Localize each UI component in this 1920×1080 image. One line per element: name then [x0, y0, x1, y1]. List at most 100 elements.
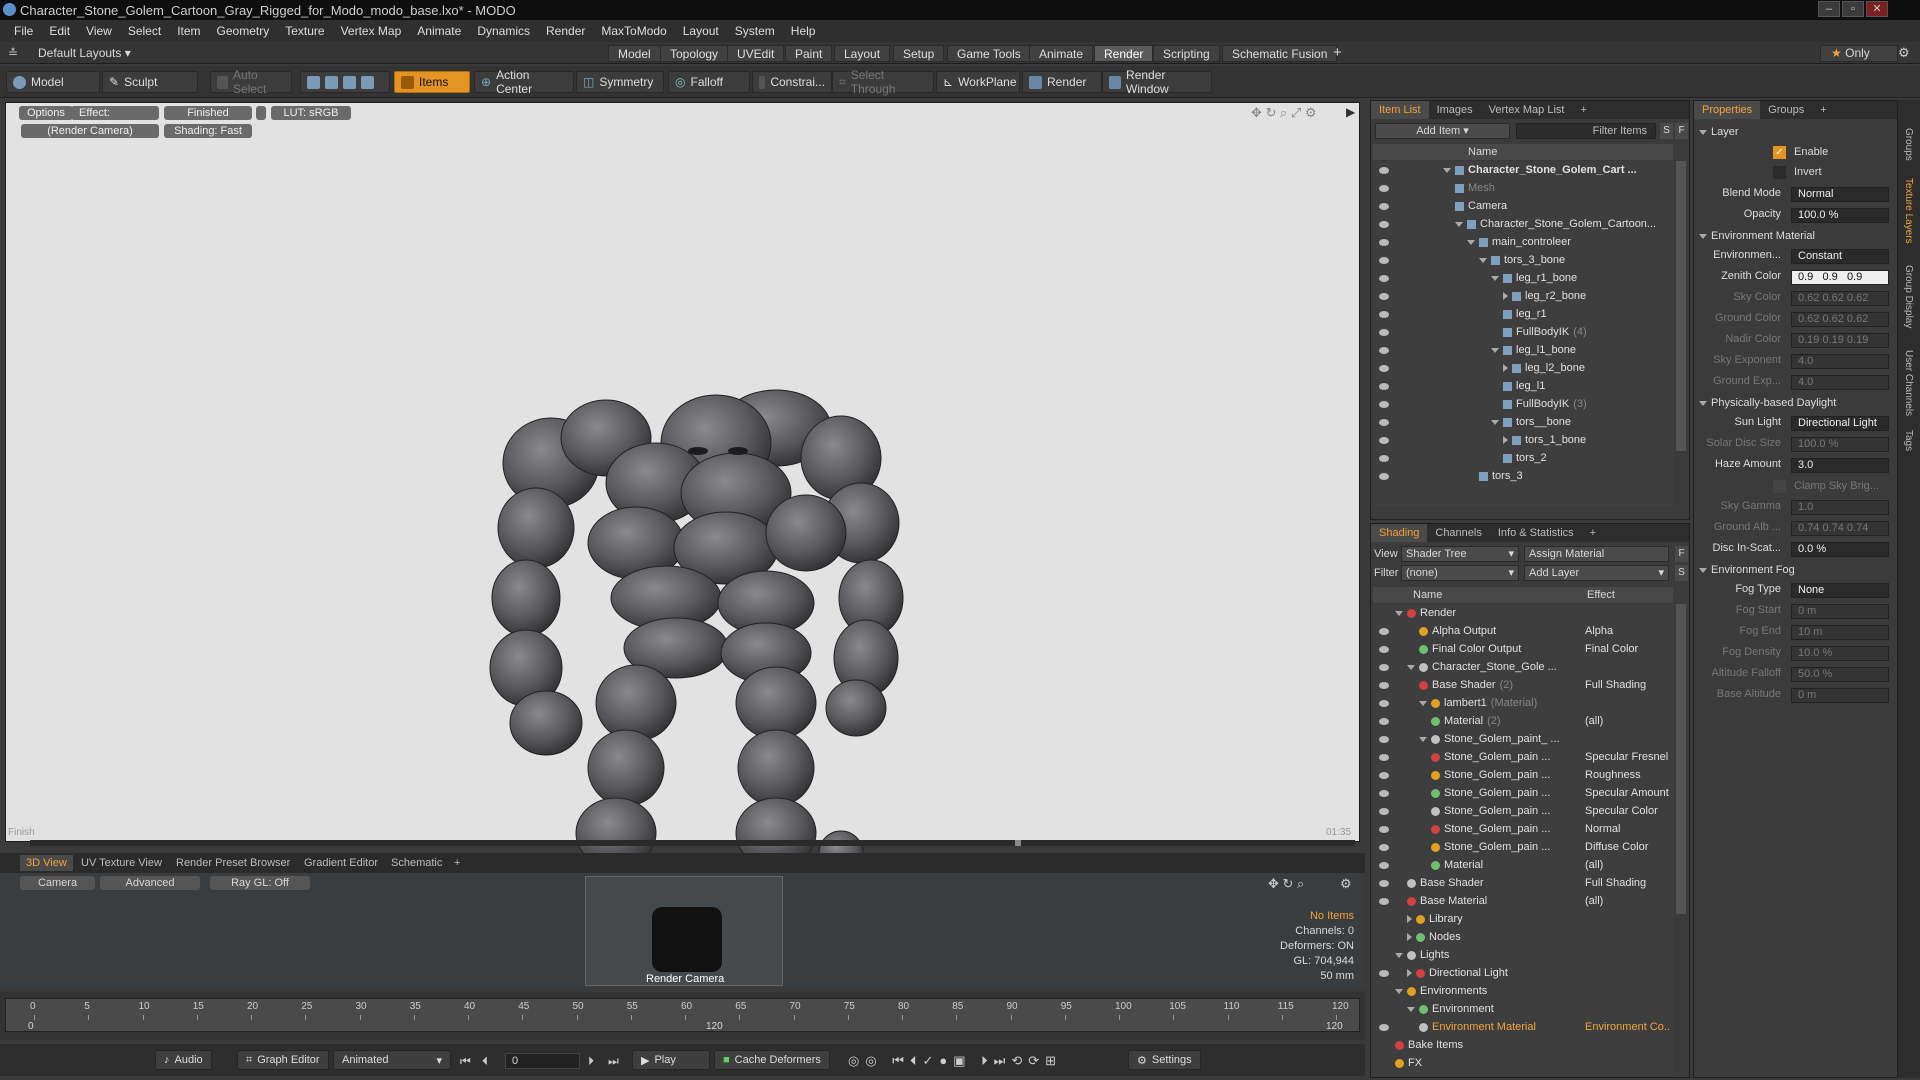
item-list-row[interactable]: tors_2	[1373, 449, 1673, 467]
fog-start-field[interactable]: 0 m	[1791, 604, 1889, 619]
cache-deformers-button[interactable]: ■ Cache Deformers	[714, 1050, 830, 1070]
effect-dropdown[interactable]: Roughness	[1585, 766, 1671, 784]
shader-tree-row[interactable]: Base Material (all)	[1373, 892, 1673, 910]
shader-tree-row[interactable]: Render	[1373, 604, 1673, 622]
visibility-eye-icon[interactable]	[1379, 419, 1389, 426]
shader-tree-row[interactable]: Directional Light	[1373, 964, 1673, 982]
visibility-eye-icon[interactable]	[1379, 808, 1389, 815]
opacity-field[interactable]: 100.0 %	[1791, 208, 1889, 223]
zenith-g[interactable]: 0.9	[1822, 271, 1837, 283]
tab-game-tools[interactable]: Game Tools	[947, 45, 1031, 62]
fog-end-field[interactable]: 10 m	[1791, 625, 1889, 640]
tab-animate[interactable]: Animate	[1029, 45, 1094, 62]
go-start-icon[interactable]: ⏮	[460, 1054, 471, 1069]
render-viewport[interactable]: Options Effect: (Shadi... Finished LUT: …	[5, 102, 1360, 917]
visibility-eye-icon[interactable]	[1379, 365, 1389, 372]
tab-model[interactable]: Model	[608, 45, 661, 62]
section-layer[interactable]: Layer	[1699, 123, 1739, 141]
side-tab-user-channels[interactable]: User Channels	[1903, 350, 1914, 416]
bottom-3d-view[interactable]: Camera Advanced Ray GL: Off Render Camer…	[0, 873, 1365, 988]
tab-scripting[interactable]: Scripting	[1153, 45, 1220, 62]
visibility-eye-icon[interactable]	[1379, 221, 1389, 228]
shader-tree-row[interactable]: Material (2) (all)	[1373, 712, 1673, 730]
shader-tree-row[interactable]: Stone_Golem_pain ... Roughness	[1373, 766, 1673, 784]
ground-exponent-field[interactable]: 4.0	[1791, 375, 1889, 390]
expand-arrow-icon[interactable]	[1407, 969, 1412, 978]
tab-render[interactable]: Render	[1094, 45, 1154, 62]
selection-mode-group[interactable]	[300, 71, 390, 93]
viewport-scrollbar[interactable]	[30, 840, 1355, 846]
visibility-eye-icon[interactable]	[1379, 239, 1389, 246]
visibility-eye-icon[interactable]	[1379, 347, 1389, 354]
menu-item[interactable]: Item	[169, 24, 208, 38]
tab-info-statistics[interactable]: Info & Statistics	[1490, 524, 1582, 542]
menu-select[interactable]: Select	[120, 24, 169, 38]
add-tab-icon[interactable]: +	[448, 855, 466, 871]
ground-albedo-field[interactable]: 0.74 0.74 0.74	[1791, 521, 1889, 536]
collapse-arrow-icon[interactable]	[1419, 736, 1427, 742]
vertex-mode-icon[interactable]	[307, 75, 320, 89]
collapse-arrow-icon[interactable]	[1479, 257, 1487, 263]
sky-exponent-field[interactable]: 4.0	[1791, 354, 1889, 369]
camera-dropdown[interactable]: (Render Camera)	[21, 124, 159, 138]
menu-file[interactable]: File	[6, 24, 41, 38]
zenith-color-field[interactable]: 0.9 0.9 0.9	[1791, 270, 1889, 285]
tab-render-preset-browser[interactable]: Render Preset Browser	[170, 855, 296, 871]
shading-dropdown[interactable]: Shading: Fast	[164, 124, 252, 138]
side-tab-texture-layers[interactable]: Texture Layers	[1903, 178, 1914, 244]
shader-tree-row[interactable]: Base Shader (2) Full Shading	[1373, 676, 1673, 694]
item-list-row[interactable]: tors_1_bone	[1373, 431, 1673, 449]
render-button[interactable]: Render	[1022, 71, 1102, 93]
item-list-scrollbar[interactable]	[1676, 161, 1686, 451]
tab-gradient-editor[interactable]: Gradient Editor	[298, 855, 384, 871]
tab-3d-view[interactable]: 3D View	[20, 855, 73, 871]
effect-dropdown[interactable]: Environment Co...	[1585, 1018, 1671, 1036]
effect-dropdown[interactable]: Specular Fresnel	[1585, 748, 1671, 766]
effect-dropdown[interactable]: (all)	[1585, 712, 1671, 730]
visibility-eye-icon[interactable]	[1379, 646, 1389, 653]
falloff-button[interactable]: ◎ Falloff	[668, 71, 750, 93]
disc-scatter-field[interactable]: 0.0 %	[1791, 542, 1889, 557]
collapse-arrow-icon[interactable]	[1395, 610, 1403, 616]
menu-vertex-map[interactable]: Vertex Map	[333, 24, 410, 38]
nadir-color-field[interactable]: 0.19 0.19 0.19	[1791, 333, 1889, 348]
menu-maxtomodo[interactable]: MaxToModo	[593, 24, 674, 38]
maximize-button[interactable]: ▫	[1842, 1, 1864, 17]
invert-checkbox[interactable]	[1773, 166, 1786, 179]
collapse-arrow-icon[interactable]	[1419, 700, 1427, 706]
shader-tree-row[interactable]: Character_Stone_Gole ...	[1373, 658, 1673, 676]
item-list-row[interactable]: Character_Stone_Golem_Cart ...	[1373, 161, 1673, 179]
edge-mode-icon[interactable]	[325, 75, 338, 89]
sun-light-dropdown[interactable]: Directional Light	[1791, 416, 1889, 431]
tab-schematic-fusion[interactable]: Schematic Fusion	[1222, 45, 1338, 62]
item-list-row[interactable]: leg_l2_bone	[1373, 359, 1673, 377]
effect-dropdown[interactable]: Normal	[1585, 820, 1671, 838]
visibility-eye-icon[interactable]	[1379, 473, 1389, 480]
tab-shading[interactable]: Shading	[1371, 524, 1428, 542]
add-panel-tab-icon[interactable]: +	[1572, 101, 1594, 119]
effect-dropdown[interactable]: Full Shading	[1585, 676, 1671, 694]
expand-arrow-icon[interactable]	[1503, 292, 1508, 301]
advanced-button[interactable]: Advanced	[100, 876, 200, 890]
only-toggle[interactable]: ★ Only	[1820, 45, 1898, 62]
workplane-button[interactable]: ⊾ WorkPlane	[936, 71, 1020, 93]
clamp-checkbox[interactable]	[1773, 480, 1786, 493]
env-type-dropdown[interactable]: Constant	[1791, 249, 1889, 264]
shader-tree[interactable]: Render Alpha Output Alpha Final Color Outpu…	[1373, 604, 1673, 1076]
sky-color-field[interactable]: 0.62 0.62 0.62	[1791, 291, 1889, 306]
visibility-eye-icon[interactable]	[1379, 167, 1389, 174]
collapse-arrow-icon[interactable]	[1443, 167, 1451, 173]
assign-material-button[interactable]: Assign Material	[1524, 546, 1669, 562]
viewport-nav-icons[interactable]: ✥ ↻ ⌕ ⤢ ⚙	[1251, 105, 1317, 121]
collapse-arrow-icon[interactable]	[1395, 988, 1403, 994]
collapse-arrow-icon[interactable]	[1407, 664, 1415, 670]
shader-tree-row[interactable]: Environment Material Environment Co...	[1373, 1018, 1673, 1036]
effect-dropdown[interactable]: Diffuse Color	[1585, 838, 1671, 856]
menu-view[interactable]: View	[78, 24, 120, 38]
visibility-eye-icon[interactable]	[1379, 203, 1389, 210]
item-list-row[interactable]: Camera	[1373, 197, 1673, 215]
symmetry-button[interactable]: ◫ Symmetry	[576, 71, 664, 93]
raygl-button[interactable]: Ray GL: Off	[210, 876, 310, 890]
tab-channels[interactable]: Channels	[1427, 524, 1489, 542]
visibility-eye-icon[interactable]	[1379, 664, 1389, 671]
